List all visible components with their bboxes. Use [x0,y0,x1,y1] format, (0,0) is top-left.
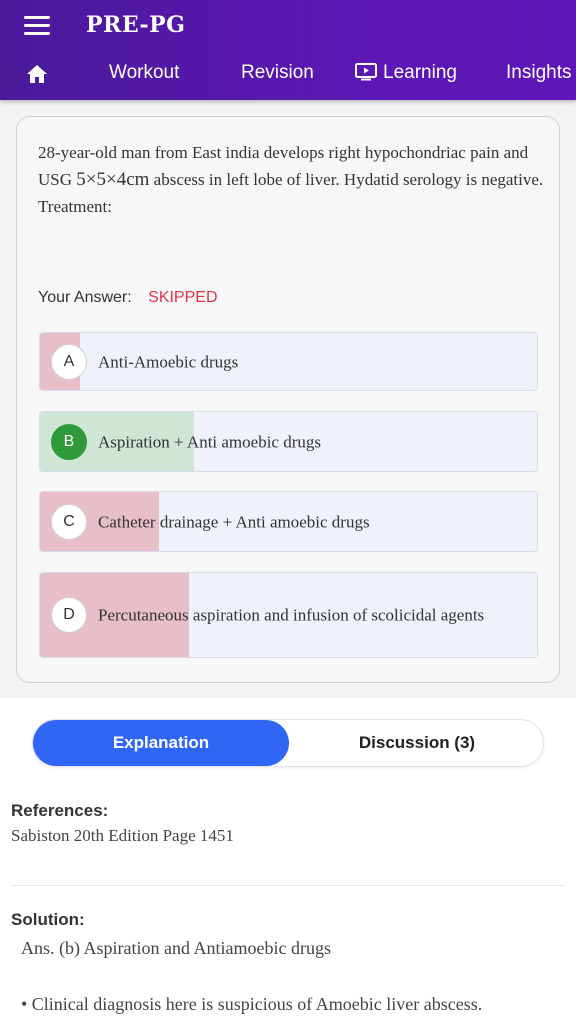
references-heading: References: [11,801,109,820]
solution-heading: Solution: [11,910,85,929]
explanation-tabs: Explanation Discussion (3) [32,719,544,767]
solution-answer: Ans. (b) Aspiration and Antiamoebic drug… [21,938,331,958]
option-b-badge: B [51,423,87,460]
option-a-text: Anti-Amoebic drugs [98,352,239,371]
hamburger-menu-icon[interactable] [24,16,50,38]
option-c-text: Catheter drainage + Anti amoebic drugs [98,512,370,531]
option-a-badge: A [51,343,87,380]
option-c[interactable]: C Catheter drainage + Anti amoebic drugs [39,491,538,552]
nav-insights[interactable]: Insights [506,62,571,84]
tab-discussion[interactable]: Discussion (3) [289,720,545,766]
nav-learning-label: Learning [383,62,457,83]
app-title: PRE-PG [86,12,186,38]
question-card: 28-year-old man from East india develops… [16,116,560,683]
option-a[interactable]: A Anti-Amoebic drugs [39,332,538,391]
video-icon [355,63,377,81]
nav-revision[interactable]: Revision [241,62,314,84]
home-icon[interactable] [27,65,47,83]
option-d[interactable]: D Percutaneous aspiration and infusion o… [39,572,538,658]
nav-bar: Workout Revision Learning Insights [0,52,576,96]
option-d-badge: D [51,597,87,633]
nav-learning[interactable]: Learning [355,62,457,84]
question-text: 28-year-old man from East india develops… [38,139,548,220]
explanation-section: Explanation Discussion (3) References: S… [0,698,576,1024]
option-b[interactable]: B Aspiration + Anti amoebic drugs [39,411,538,472]
references-text: Sabiston 20th Edition Page 1451 [11,826,234,845]
divider [11,885,565,886]
question-math: 5×5×4cm [76,169,150,190]
option-b-text: Aspiration + Anti amoebic drugs [98,432,322,451]
your-answer-label: Your Answer: [38,289,132,306]
your-answer-status: SKIPPED [148,289,218,306]
option-c-badge: C [51,503,87,540]
option-d-text: Percutaneous aspiration and infusion of … [98,605,485,625]
your-answer-row: Your Answer: SKIPPED [38,289,218,307]
nav-workout[interactable]: Workout [109,62,179,84]
app-bar: PRE-PG Workout Revision Learning Insight… [0,0,576,100]
tab-explanation[interactable]: Explanation [33,720,289,766]
solution-bullet: • Clinical diagnosis here is suspicious … [21,994,483,1014]
